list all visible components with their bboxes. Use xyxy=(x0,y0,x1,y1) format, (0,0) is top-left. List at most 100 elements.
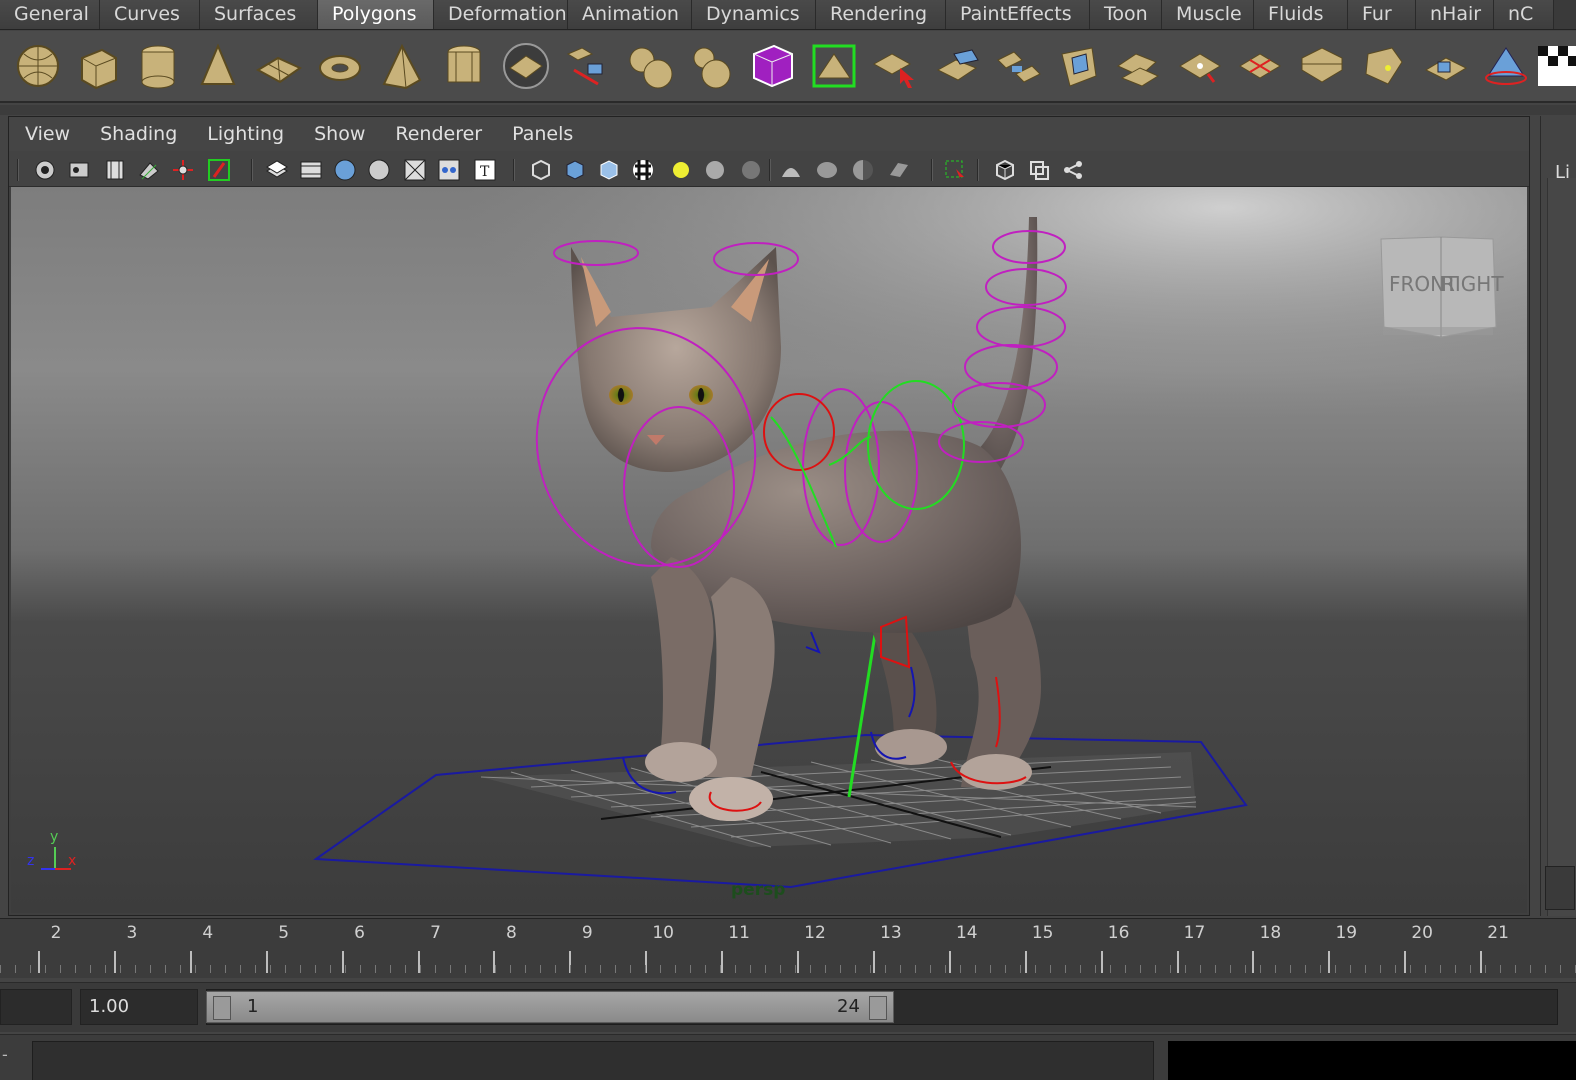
append-icon[interactable] xyxy=(1050,37,1106,95)
camera-attributes-icon[interactable] xyxy=(65,156,93,184)
hud-icon[interactable] xyxy=(1059,156,1087,184)
command-line-input[interactable] xyxy=(32,1041,1154,1080)
shelf-tab-polygons[interactable]: Polygons xyxy=(318,0,434,29)
poly-sphere-icon[interactable] xyxy=(10,37,66,95)
time-minor-tick xyxy=(0,965,1,973)
range-handle-end-cap[interactable] xyxy=(869,996,887,1020)
panel-menu-panels[interactable]: Panels xyxy=(512,123,573,145)
image-plane-icon[interactable] xyxy=(135,156,163,184)
poly-pyramid-icon[interactable] xyxy=(374,37,430,95)
triangulate-icon[interactable] xyxy=(1478,37,1534,95)
shelf-tab-dynamics[interactable]: Dynamics xyxy=(692,0,816,29)
resolution-gate-icon[interactable] xyxy=(331,156,359,184)
use-all-lights-icon[interactable] xyxy=(667,156,695,184)
xray-joints-icon[interactable] xyxy=(941,156,969,184)
grid-icon[interactable] xyxy=(263,156,291,184)
shelf-tab-painteffects[interactable]: PaintEffects xyxy=(946,0,1090,29)
shelf-tab-surfaces[interactable]: Surfaces xyxy=(200,0,318,29)
select-camera-icon[interactable] xyxy=(31,156,59,184)
gate-mask-icon[interactable] xyxy=(365,156,393,184)
safe-title-icon[interactable]: T xyxy=(471,156,499,184)
panel-menu-shading[interactable]: Shading xyxy=(100,123,177,145)
two-d-pan-icon[interactable] xyxy=(169,156,197,184)
smooth-shade-icon[interactable] xyxy=(561,156,589,184)
shelf-tab-animation[interactable]: Animation xyxy=(568,0,692,29)
time-minor-tick xyxy=(675,965,676,973)
isolate-select-icon[interactable] xyxy=(991,156,1019,184)
bevel-icon[interactable] xyxy=(806,37,862,95)
depth-of-field-icon[interactable] xyxy=(849,156,877,184)
quadrangulate-icon[interactable] xyxy=(1530,37,1576,95)
separate-icon[interactable] xyxy=(682,37,738,95)
shelf-tab-general[interactable]: General xyxy=(0,0,100,29)
right-panel-button[interactable] xyxy=(1545,866,1575,910)
wireframe-icon[interactable] xyxy=(527,156,555,184)
extract-icon[interactable] xyxy=(560,37,616,95)
xray-icon[interactable] xyxy=(885,156,913,184)
shelf-tab-fluids[interactable]: Fluids xyxy=(1254,0,1348,29)
shelf-tab-muscle[interactable]: Muscle xyxy=(1162,0,1254,29)
camera-name-label: persp xyxy=(731,880,785,900)
panel-menu-show[interactable]: Show xyxy=(314,123,365,145)
textured-icon[interactable] xyxy=(629,156,657,184)
time-minor-tick xyxy=(1050,965,1051,973)
time-minor-tick xyxy=(285,965,286,973)
fill-hole-icon[interactable] xyxy=(1232,37,1288,95)
motion-blur-icon[interactable] xyxy=(777,156,805,184)
time-minor-tick xyxy=(135,965,136,973)
screen-space-ao-icon[interactable] xyxy=(737,156,765,184)
time-minor-tick xyxy=(1005,965,1006,973)
range-start-field[interactable] xyxy=(0,989,72,1025)
film-gate-icon[interactable] xyxy=(297,156,325,184)
poly-torus-icon[interactable] xyxy=(312,37,368,95)
field-chart-icon[interactable] xyxy=(401,156,429,184)
viewport-scene[interactable]: FRONT RIGHT y x z persp xyxy=(11,187,1527,913)
shadows-icon[interactable] xyxy=(701,156,729,184)
split-icon[interactable] xyxy=(1110,37,1166,95)
wireframe-on-shaded-icon[interactable] xyxy=(595,156,623,184)
time-minor-tick xyxy=(1185,965,1186,973)
panel-menu-view[interactable]: View xyxy=(25,123,70,145)
shelf-tab-deformation[interactable]: Deformation xyxy=(434,0,568,29)
combine-icon[interactable] xyxy=(622,37,678,95)
poly-helix-icon[interactable] xyxy=(498,37,554,95)
shelf-tab-fur[interactable]: Fur xyxy=(1348,0,1416,29)
range-handle-start-cap[interactable] xyxy=(213,996,231,1020)
poly-plane-icon[interactable] xyxy=(250,37,306,95)
poly-cone-icon[interactable] xyxy=(190,37,246,95)
safe-action-icon[interactable] xyxy=(435,156,463,184)
panel-menu-renderer[interactable]: Renderer xyxy=(395,123,482,145)
time-tick-label: 17 xyxy=(1183,923,1206,943)
time-minor-tick xyxy=(420,965,421,973)
mirror-icon[interactable] xyxy=(868,37,924,95)
poly-cylinder-icon[interactable] xyxy=(130,37,186,95)
command-line-bar: - xyxy=(0,1034,1576,1080)
shelf-tab-nc[interactable]: nC xyxy=(1494,0,1554,29)
grease-pencil-icon[interactable] xyxy=(205,156,233,184)
right-panel-scroll[interactable] xyxy=(1547,178,1576,916)
multisample-aa-icon[interactable] xyxy=(813,156,841,184)
poly-cube-icon[interactable] xyxy=(70,37,126,95)
insert-loop-icon[interactable] xyxy=(1294,37,1350,95)
playback-speed-field[interactable]: 1.00 xyxy=(80,989,198,1025)
shelf-tab-curves[interactable]: Curves xyxy=(100,0,200,29)
offset-loop-icon[interactable] xyxy=(1356,37,1412,95)
wireframe-cube-icon[interactable] xyxy=(1025,156,1053,184)
poly-pipe-icon[interactable] xyxy=(436,37,492,95)
shelf-tab-toon[interactable]: Toon xyxy=(1090,0,1162,29)
bridge-icon[interactable] xyxy=(990,37,1046,95)
extrude-icon[interactable] xyxy=(930,37,986,95)
shelf-tab-rendering[interactable]: Rendering xyxy=(816,0,946,29)
merge-icon[interactable] xyxy=(1172,37,1228,95)
view-cube[interactable]: FRONT RIGHT xyxy=(1380,236,1504,338)
time-minor-tick xyxy=(1545,965,1546,973)
range-handle[interactable]: 1 24 xyxy=(206,991,894,1023)
panel-menu-lighting[interactable]: Lighting xyxy=(207,123,284,145)
collapse-icon[interactable] xyxy=(1418,37,1474,95)
time-minor-tick xyxy=(330,965,331,973)
shelf-tab-nhair[interactable]: nHair xyxy=(1416,0,1494,29)
perspective-viewport[interactable]: FRONT RIGHT y x z persp xyxy=(11,187,1527,913)
bookmark-icon[interactable] xyxy=(101,156,129,184)
smooth-icon[interactable] xyxy=(744,37,800,95)
time-slider[interactable]: 2 3 4 5 6 7 8 9 10 11 12 13 14 15 16 17 18 19 20 21 xyxy=(0,918,1576,978)
